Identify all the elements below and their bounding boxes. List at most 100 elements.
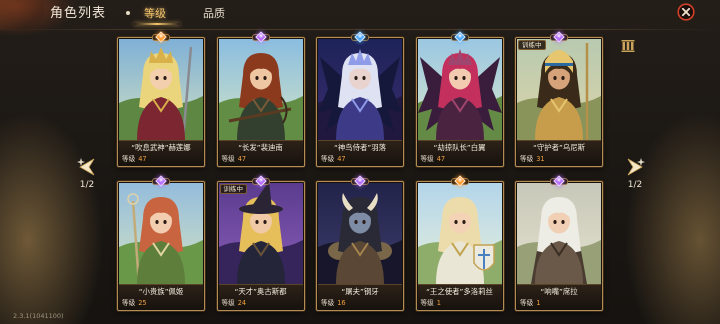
- character-card[interactable]: “长发”裴迪南 等级 47: [216, 31, 305, 167]
- portrait-eye-right: [163, 76, 167, 80]
- character-list-screen: 角色列表 等级 品质 1/2 1/2 “吹息武神”赫莲娜 等级 47 “长发”裴…: [0, 0, 720, 324]
- level-value: 31: [536, 155, 545, 163]
- close-icon: [677, 3, 695, 21]
- character-name: “长发”裴迪南: [238, 143, 283, 152]
- character-card[interactable]: “屠夫”钢牙 等级 16: [316, 175, 404, 311]
- training-badge: 训练中: [518, 40, 546, 50]
- character-level: 等级 25: [122, 299, 147, 308]
- portrait-eye-right: [163, 220, 167, 224]
- character-card[interactable]: “天才”奥古斯都 等级 24 训练中: [216, 175, 305, 311]
- level-value: 47: [337, 155, 346, 163]
- character-card[interactable]: “吹息武神”赫莲娜 等级 47: [117, 31, 205, 167]
- character-portrait: [218, 183, 303, 284]
- character-name: “小贵族”佩姬: [138, 287, 184, 296]
- sort-button[interactable]: [621, 37, 635, 52]
- portrait-eye-left: [155, 76, 159, 80]
- sort-icon-bar: [631, 42, 634, 50]
- character-portrait: [318, 183, 402, 284]
- tab-quality[interactable]: 品质: [203, 6, 225, 21]
- portrait-art: [119, 183, 203, 284]
- active-tab-underline: [134, 23, 180, 25]
- character-name: “劫掠队长”白翼: [433, 143, 486, 152]
- character-portrait: [218, 39, 303, 140]
- portrait-eye-left: [453, 76, 458, 80]
- level-label: 等级: [321, 155, 335, 163]
- character-level: 等级 16: [321, 299, 346, 308]
- character-portrait: [119, 39, 203, 140]
- header-divider: [0, 29, 720, 30]
- portrait-eye-left: [553, 220, 557, 224]
- portrait-eye-right: [262, 76, 267, 80]
- portrait-eye-left: [254, 220, 259, 224]
- page-indicator-left: 1/2: [79, 180, 95, 190]
- prev-page-button[interactable]: 1/2: [74, 156, 100, 196]
- level-value: 47: [237, 155, 247, 163]
- portrait-art: [318, 39, 402, 140]
- character-card[interactable]: “神鸟侍者”羽落 等级 47: [316, 31, 404, 167]
- portrait-art: [119, 39, 203, 140]
- character-level: 等级 31: [520, 155, 545, 164]
- portrait-eye-left: [354, 220, 358, 224]
- level-label: 等级: [520, 299, 534, 307]
- training-badge: 训练中: [219, 184, 247, 194]
- level-label: 等级: [420, 155, 434, 163]
- sort-icon: [621, 40, 635, 52]
- portrait-helmet-band: [545, 63, 573, 66]
- level-value: 47: [436, 155, 446, 163]
- chevron-left-icon: [77, 158, 95, 176]
- level-value: 47: [138, 155, 147, 163]
- page-indicator-right: 1/2: [627, 180, 643, 190]
- character-level: 等级 47: [222, 155, 247, 164]
- next-page-button[interactable]: 1/2: [622, 156, 648, 196]
- character-level: 等级 24: [222, 299, 247, 308]
- version-label: 2.3.1(1041100): [13, 312, 64, 320]
- chevron-right-icon: [627, 158, 645, 176]
- level-label: 等级: [122, 155, 136, 163]
- portrait-eye-left: [453, 220, 458, 224]
- character-name: “吹息武神”赫莲娜: [131, 143, 191, 152]
- portrait-eye-right: [561, 76, 565, 80]
- character-level: 等级 47: [421, 155, 446, 164]
- level-label: 等级: [420, 299, 434, 307]
- character-level: 等级 47: [321, 155, 346, 164]
- sort-icon-bar: [621, 50, 635, 52]
- portrait-eye-left: [354, 76, 358, 80]
- character-card-grid: “吹息武神”赫莲娜 等级 47 “长发”裴迪南 等级 47 “神鸟侍者”羽落 等…: [117, 31, 603, 311]
- close-button[interactable]: [677, 3, 695, 21]
- character-portrait: [318, 39, 402, 140]
- portrait-eye-left: [155, 220, 159, 224]
- character-name: “响嘴”席拉: [540, 287, 578, 296]
- level-value: 1: [436, 299, 441, 307]
- level-label: 等级: [122, 299, 136, 307]
- level-label: 等级: [321, 299, 335, 307]
- portrait-eye-right: [461, 220, 466, 224]
- character-level: 等级 47: [122, 155, 147, 164]
- portrait-art: [218, 183, 303, 284]
- level-value: 25: [138, 299, 147, 307]
- portrait-art: [218, 39, 303, 140]
- portrait-eye-right: [262, 220, 267, 224]
- character-card[interactable]: “劫掠队长”白翼 等级 47: [415, 31, 504, 167]
- character-portrait: [517, 39, 601, 140]
- character-name: “守护者”乌尼斯: [532, 143, 585, 152]
- character-card[interactable]: “响嘴”席拉 等级 1: [515, 175, 603, 311]
- sort-icon-bar: [626, 42, 630, 50]
- level-value: 16: [337, 299, 346, 307]
- portrait-eye-left: [254, 76, 259, 80]
- level-value: 24: [237, 299, 247, 307]
- tab-indicator-dot: [126, 11, 130, 15]
- portrait-art: [517, 39, 601, 140]
- character-card[interactable]: “王之使者”多洛莉丝 等级 1: [415, 175, 504, 311]
- character-name: “天才”奥古斯都: [234, 287, 287, 296]
- portrait-art: [417, 39, 502, 140]
- portrait-eye-right: [561, 220, 565, 224]
- character-card[interactable]: “小贵族”佩姬 等级 25: [117, 175, 205, 311]
- sort-icon-bar: [622, 42, 625, 50]
- tab-level[interactable]: 等级: [144, 6, 166, 21]
- character-portrait: [417, 39, 502, 140]
- sort-icon-bar: [621, 40, 635, 42]
- character-name: “神鸟侍者”羽落: [333, 143, 386, 152]
- character-level: 等级 1: [421, 299, 441, 308]
- character-card[interactable]: “守护者”乌尼斯 等级 31 训练中: [515, 31, 603, 167]
- character-portrait: [417, 183, 502, 284]
